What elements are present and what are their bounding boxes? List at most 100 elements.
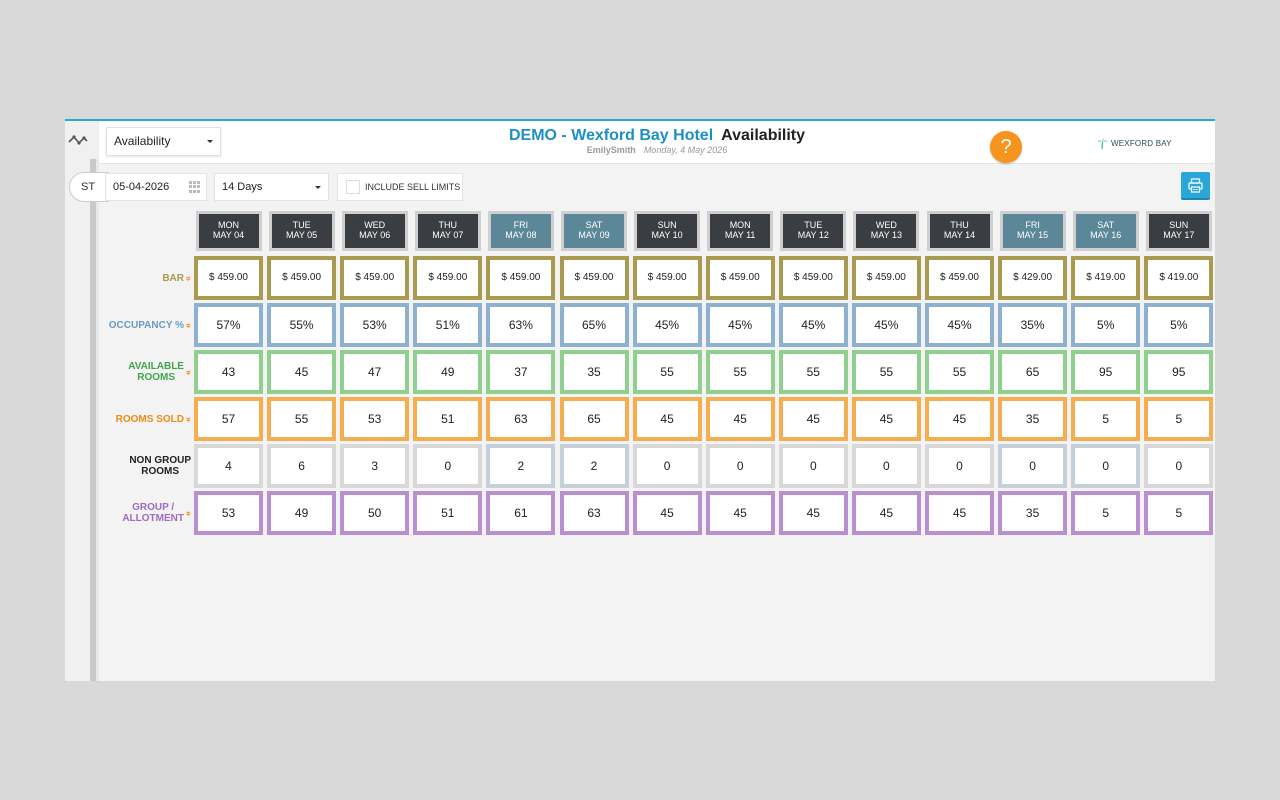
- cell-rooms-sold[interactable]: 5: [1071, 397, 1141, 441]
- cell-group[interactable]: 49: [267, 491, 337, 535]
- include-sell-limits-toggle[interactable]: INCLUDE SELL LIMITS: [337, 173, 463, 201]
- cell-non-group[interactable]: 0: [925, 444, 994, 488]
- cell-non-group[interactable]: 0: [1144, 444, 1214, 488]
- cell-occupancy[interactable]: 65%: [559, 303, 629, 347]
- cell-group[interactable]: 51: [413, 491, 483, 535]
- cell-rooms-sold[interactable]: 45: [705, 397, 775, 441]
- cell-rooms-sold[interactable]: 63: [486, 397, 556, 441]
- cell-rooms-sold[interactable]: 57: [194, 397, 263, 441]
- cell-occupancy[interactable]: 63%: [486, 303, 556, 347]
- cell-available[interactable]: 45: [267, 350, 337, 394]
- cell-non-group[interactable]: 0: [1071, 444, 1141, 488]
- sell-limits-checkbox[interactable]: [346, 180, 360, 194]
- cell-bar[interactable]: $ 459.00: [486, 256, 556, 300]
- cell-rooms-sold[interactable]: 45: [632, 397, 702, 441]
- cell-available[interactable]: 55: [705, 350, 775, 394]
- cell-group[interactable]: 5: [1144, 491, 1214, 535]
- cell-bar[interactable]: $ 459.00: [340, 256, 410, 300]
- start-date-field[interactable]: 05-04-2026: [105, 173, 207, 201]
- cell-non-group[interactable]: 3: [340, 444, 410, 488]
- cell-available[interactable]: 35: [559, 350, 629, 394]
- cell-available[interactable]: 65: [998, 350, 1068, 394]
- row-label-rooms-sold[interactable]: ROOMS SOLD»: [99, 397, 194, 441]
- cell-non-group[interactable]: 0: [778, 444, 848, 488]
- chevron-double-down-icon[interactable]: »: [183, 275, 194, 280]
- cell-group[interactable]: 61: [486, 491, 556, 535]
- cell-bar[interactable]: $ 459.00: [778, 256, 848, 300]
- cell-occupancy[interactable]: 45%: [632, 303, 702, 347]
- cell-rooms-sold[interactable]: 65: [559, 397, 629, 441]
- cell-available[interactable]: 37: [486, 350, 556, 394]
- cell-available[interactable]: 49: [413, 350, 483, 394]
- cell-occupancy[interactable]: 45%: [705, 303, 775, 347]
- row-label-available[interactable]: AVAILABLE ROOMS»: [99, 350, 194, 394]
- cell-available[interactable]: 55: [925, 350, 994, 394]
- cell-rooms-sold[interactable]: 45: [851, 397, 921, 441]
- cell-available[interactable]: 55: [778, 350, 848, 394]
- cell-non-group[interactable]: 6: [267, 444, 337, 488]
- chevron-double-down-icon[interactable]: »: [183, 416, 194, 421]
- cell-group[interactable]: 5: [1071, 491, 1141, 535]
- cell-bar[interactable]: $ 459.00: [559, 256, 629, 300]
- cell-occupancy[interactable]: 45%: [778, 303, 848, 347]
- cell-group[interactable]: 63: [559, 491, 629, 535]
- activity-icon[interactable]: [67, 129, 89, 151]
- cell-bar[interactable]: $ 459.00: [705, 256, 775, 300]
- cell-available[interactable]: 55: [851, 350, 921, 394]
- chevron-double-down-icon[interactable]: »: [183, 369, 194, 374]
- cell-rooms-sold[interactable]: 45: [925, 397, 994, 441]
- cell-occupancy[interactable]: 51%: [413, 303, 483, 347]
- cell-available[interactable]: 47: [340, 350, 410, 394]
- chevron-double-down-icon[interactable]: »: [183, 322, 194, 327]
- print-button[interactable]: [1181, 172, 1210, 200]
- cell-non-group[interactable]: 2: [486, 444, 556, 488]
- cell-group[interactable]: 53: [194, 491, 263, 535]
- cell-bar[interactable]: $ 419.00: [1071, 256, 1141, 300]
- cell-bar[interactable]: $ 459.00: [413, 256, 483, 300]
- cell-non-group[interactable]: 0: [851, 444, 921, 488]
- cell-bar[interactable]: $ 419.00: [1144, 256, 1214, 300]
- cell-rooms-sold[interactable]: 5: [1144, 397, 1214, 441]
- cell-group[interactable]: 35: [998, 491, 1068, 535]
- calendar-icon[interactable]: [189, 181, 201, 193]
- cell-available[interactable]: 55: [632, 350, 702, 394]
- cell-non-group[interactable]: 0: [705, 444, 775, 488]
- help-button[interactable]: ?: [990, 131, 1022, 163]
- cell-group[interactable]: 50: [340, 491, 410, 535]
- cell-available[interactable]: 43: [194, 350, 263, 394]
- cell-bar[interactable]: $ 429.00: [998, 256, 1068, 300]
- cell-rooms-sold[interactable]: 51: [413, 397, 483, 441]
- cell-occupancy[interactable]: 53%: [340, 303, 410, 347]
- cell-available[interactable]: 95: [1144, 350, 1214, 394]
- cell-non-group[interactable]: 0: [413, 444, 483, 488]
- days-range-select[interactable]: 14 Days: [214, 173, 329, 201]
- row-label-group[interactable]: GROUP / ALLOTMENT»: [99, 491, 194, 535]
- cell-bar[interactable]: $ 459.00: [267, 256, 337, 300]
- cell-bar[interactable]: $ 459.00: [194, 256, 263, 300]
- cell-occupancy[interactable]: 35%: [998, 303, 1068, 347]
- cell-group[interactable]: 45: [632, 491, 702, 535]
- cell-occupancy[interactable]: 55%: [267, 303, 337, 347]
- cell-group[interactable]: 45: [778, 491, 848, 535]
- cell-non-group[interactable]: 0: [632, 444, 702, 488]
- cell-group[interactable]: 45: [925, 491, 994, 535]
- cell-rooms-sold[interactable]: 35: [998, 397, 1068, 441]
- cell-occupancy[interactable]: 45%: [851, 303, 921, 347]
- side-tab[interactable]: ST: [69, 172, 109, 202]
- cell-occupancy[interactable]: 57%: [194, 303, 263, 347]
- cell-occupancy[interactable]: 5%: [1071, 303, 1141, 347]
- cell-rooms-sold[interactable]: 55: [267, 397, 337, 441]
- cell-bar[interactable]: $ 459.00: [925, 256, 994, 300]
- chevron-double-down-icon[interactable]: »: [183, 510, 194, 515]
- cell-occupancy[interactable]: 45%: [925, 303, 994, 347]
- cell-group[interactable]: 45: [851, 491, 921, 535]
- row-label-bar[interactable]: BAR»: [99, 256, 194, 300]
- row-label-occupancy[interactable]: OCCUPANCY %»: [99, 303, 194, 347]
- cell-rooms-sold[interactable]: 45: [778, 397, 848, 441]
- cell-non-group[interactable]: 0: [998, 444, 1068, 488]
- cell-non-group[interactable]: 2: [559, 444, 629, 488]
- cell-rooms-sold[interactable]: 53: [340, 397, 410, 441]
- cell-bar[interactable]: $ 459.00: [632, 256, 702, 300]
- cell-available[interactable]: 95: [1071, 350, 1141, 394]
- cell-group[interactable]: 45: [705, 491, 775, 535]
